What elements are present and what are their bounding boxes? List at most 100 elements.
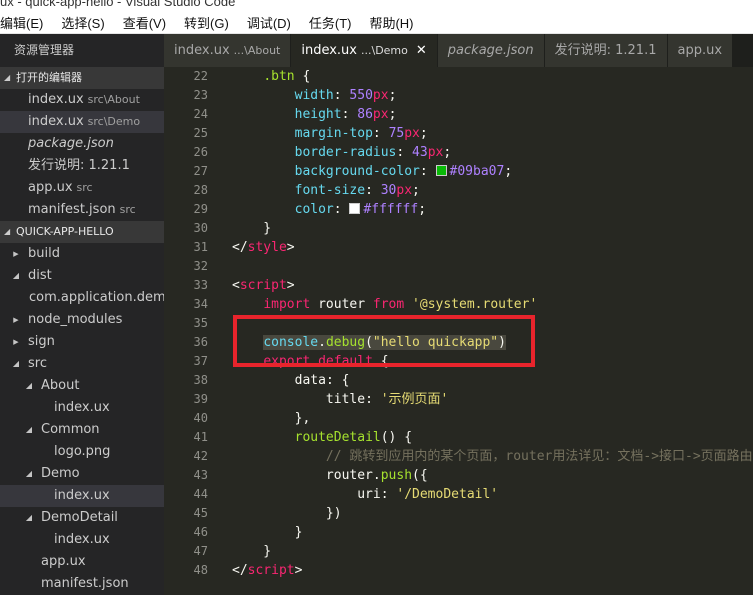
tree-item[interactable]: node_modules xyxy=(0,309,164,331)
menu-item[interactable]: 任务(T) xyxy=(309,13,352,32)
code-token: uri xyxy=(357,487,381,502)
menu-item[interactable]: 查看(V) xyxy=(123,13,166,32)
line-number: 45 xyxy=(193,506,208,520)
editor-tab[interactable]: index.ux ...\About xyxy=(164,34,292,67)
tab-label: package.json xyxy=(447,43,534,58)
tree-item[interactable]: index.ux xyxy=(0,397,164,419)
tree-item[interactable]: About xyxy=(0,375,164,397)
tree-item[interactable]: dist xyxy=(0,265,164,287)
open-editor-item[interactable]: app.ux src xyxy=(0,177,164,199)
open-editor-item[interactable]: index.ux src\About xyxy=(0,89,164,111)
close-icon[interactable]: ✕ xyxy=(416,34,427,67)
tree-item[interactable]: index.ux xyxy=(0,485,164,507)
tab-label: index.ux xyxy=(301,43,357,58)
editor-tab[interactable]: index.ux ...\Demo ✕ xyxy=(291,34,438,67)
file-name: index.ux xyxy=(28,114,84,129)
tree-item[interactable]: com.application.dem... xyxy=(0,287,164,309)
chevron-down-icon xyxy=(23,463,35,485)
editor-tab[interactable]: package.json xyxy=(437,34,545,67)
line-number: 41 xyxy=(193,430,208,444)
code-token: } xyxy=(232,221,272,236)
tree-item[interactable]: build xyxy=(0,243,164,265)
tab-label: index.ux xyxy=(174,43,230,58)
code-line: } xyxy=(232,219,753,238)
tree-item[interactable]: index.ux xyxy=(0,529,164,551)
chevron-down-icon xyxy=(23,419,35,441)
open-editor-item[interactable]: manifest.json src xyxy=(0,199,164,221)
line-number: 23 xyxy=(193,88,208,102)
editor-tab[interactable]: 发行说明: 1.21.1 xyxy=(544,34,668,67)
code-token: font-size xyxy=(294,183,366,198)
tree-item[interactable]: app.ux xyxy=(0,551,164,573)
menu-item[interactable]: 编辑(E) xyxy=(0,13,43,32)
tree-item-label: index.ux xyxy=(54,532,110,547)
code-token: ; xyxy=(412,183,420,198)
code-token: } xyxy=(232,544,272,559)
open-editor-item[interactable]: index.ux src\Demo xyxy=(0,111,164,133)
color-swatch-icon[interactable] xyxy=(435,165,447,176)
tree-item[interactable]: Demo xyxy=(0,463,164,485)
line-number: 25 xyxy=(193,126,208,140)
code-token: : xyxy=(380,487,397,502)
line-number: 40 xyxy=(193,411,208,425)
line-number: 38 xyxy=(193,373,208,387)
tree-item[interactable]: DemoDetail xyxy=(0,507,164,529)
code-token: '/DemoDetail' xyxy=(396,487,499,502)
tree-item[interactable]: logo.png xyxy=(0,441,164,463)
code-token: 30 xyxy=(380,183,397,198)
file-path: src xyxy=(119,203,136,216)
tree-item-label: manifest.json xyxy=(41,576,129,591)
open-editors-header[interactable]: 打开的编辑器 xyxy=(0,67,164,89)
tree-item[interactable]: manifest.json xyxy=(0,573,164,595)
code-token: > xyxy=(286,240,295,255)
tree-item[interactable]: sign xyxy=(0,331,164,353)
menu-item[interactable]: 选择(S) xyxy=(61,13,104,32)
file-path: src\About xyxy=(87,93,140,106)
menu-item[interactable]: 调试(D) xyxy=(247,13,291,32)
tab-label: 发行说明: 1.21.1 xyxy=(554,43,657,58)
chevron-down-icon xyxy=(10,353,22,375)
tree-item[interactable]: src xyxy=(0,353,164,375)
code-token: < xyxy=(232,278,240,293)
code-token: border-radius xyxy=(294,145,397,160)
code-editor[interactable]: 22 23 24 25 26 27 28 29 30 31 32 33 34 35 36 37 38 39 40 41… xyxy=(164,67,753,595)
code-line: }) xyxy=(232,504,753,523)
open-editors-list: index.ux src\About index.ux src\Demo package… xyxy=(0,89,164,221)
open-editor-item[interactable]: 发行说明: 1.21.1 xyxy=(0,155,164,177)
chevron-down-icon xyxy=(23,375,35,397)
code-line: routeDetail() { xyxy=(232,428,753,447)
line-number: 27 xyxy=(193,164,208,178)
code-token: import xyxy=(263,297,311,312)
code-token: 43 xyxy=(412,145,428,160)
project-header[interactable]: QUICK-APP-HELLO xyxy=(0,221,164,243)
tab-path: ...\Demo xyxy=(361,44,408,57)
open-editor-item[interactable]: package.json xyxy=(0,133,164,155)
explorer-sidebar: 资源管理器 打开的编辑器 index.uxsrc\Aboutindex.uxsr… xyxy=(0,34,164,595)
code-line: </script> xyxy=(232,561,753,580)
code-token: ({ xyxy=(412,468,428,483)
menu-item[interactable]: 帮助(H) xyxy=(369,13,413,32)
code-token: { xyxy=(294,69,311,84)
menu-item[interactable]: 转到(G) xyxy=(184,13,229,32)
tree-item-label: build xyxy=(28,246,60,261)
line-number: 43 xyxy=(193,468,208,482)
tree-item-label: index.ux xyxy=(54,488,110,503)
code-token: from xyxy=(372,297,405,312)
code-token: #ffffff xyxy=(363,202,419,217)
code-line: export default { xyxy=(232,352,753,371)
code-token: ( xyxy=(365,335,373,350)
tree-item[interactable]: Common xyxy=(0,419,164,441)
editor-tab[interactable]: app.ux xyxy=(667,34,734,67)
line-number: 22 xyxy=(193,69,208,83)
code-token: "hello quickapp" xyxy=(372,335,499,350)
code-area[interactable]: .btn { width: 550px; height: 86px; margi… xyxy=(232,67,753,580)
code-token: : xyxy=(372,126,389,141)
code-token: . xyxy=(372,468,381,483)
color-swatch-icon[interactable] xyxy=(349,203,361,214)
chevron-down-icon xyxy=(4,221,14,243)
code-line: margin-top: 75px; xyxy=(232,124,753,143)
editor-tabs: index.ux ...\About index.ux ...\Demo ✕ packag… xyxy=(164,34,753,67)
